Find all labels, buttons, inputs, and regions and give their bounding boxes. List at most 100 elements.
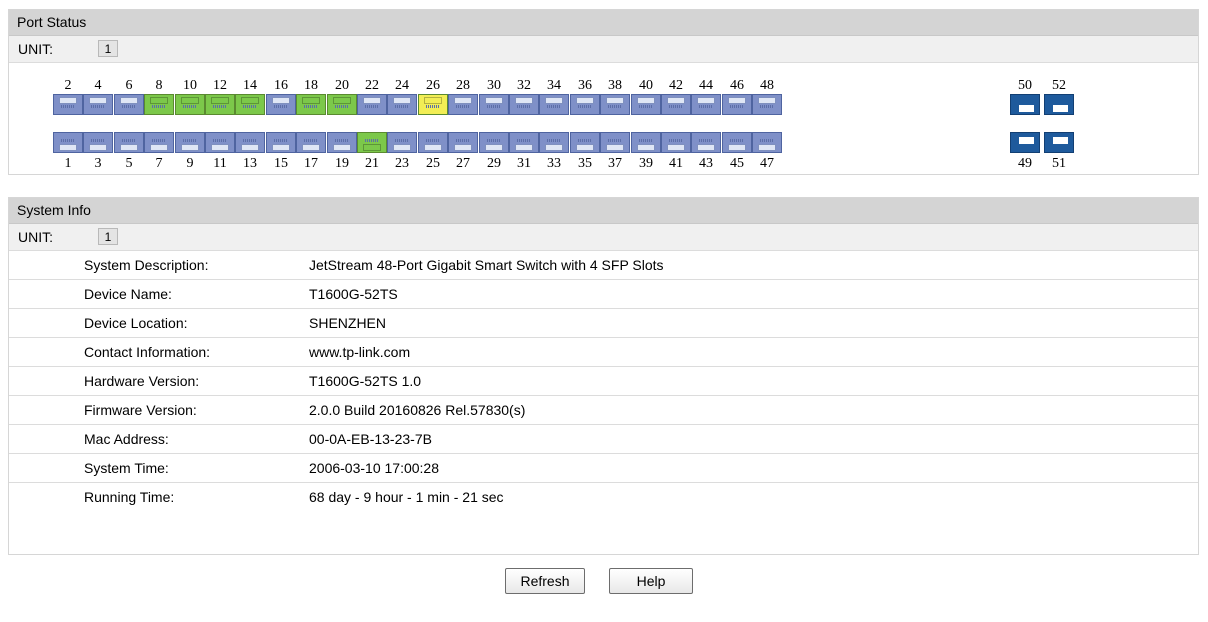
port-pins-icon <box>365 105 379 108</box>
port-jack-icon <box>120 97 138 104</box>
port-jack-icon <box>302 144 320 151</box>
port-13-icon[interactable] <box>235 132 265 153</box>
port-20-icon[interactable] <box>327 94 357 115</box>
port-number-label: 43 <box>699 156 713 171</box>
port-1-icon[interactable] <box>53 132 83 153</box>
port-5-icon[interactable] <box>114 132 144 153</box>
sfp-slot-icon <box>1019 137 1034 144</box>
port-jack-icon <box>363 144 381 151</box>
port-35-icon[interactable] <box>570 132 600 153</box>
port-22-icon[interactable] <box>357 94 387 115</box>
info-label: Hardware Version: <box>84 373 200 389</box>
port-36-icon[interactable] <box>570 94 600 115</box>
port-12-icon[interactable] <box>205 94 235 115</box>
port-pins-icon <box>395 139 409 142</box>
sfp-port-52-icon[interactable] <box>1044 94 1074 115</box>
port-15-icon[interactable] <box>266 132 296 153</box>
port-3-icon[interactable] <box>83 132 113 153</box>
port-number-label: 3 <box>94 156 102 171</box>
sfp-port-50-icon[interactable] <box>1010 94 1040 115</box>
port-14-icon[interactable] <box>235 94 265 115</box>
port-28-icon[interactable] <box>448 94 478 115</box>
port-34-icon[interactable] <box>539 94 569 115</box>
port-number-label: 8 <box>155 78 163 93</box>
port-number-label: 32 <box>517 78 531 93</box>
port-43-icon[interactable] <box>691 132 721 153</box>
port-pins-icon <box>243 139 257 142</box>
port-number-label: 11 <box>213 156 227 171</box>
port-jack-icon <box>728 97 746 104</box>
help-button[interactable]: Help <box>609 568 693 594</box>
port-2-icon[interactable] <box>53 94 83 115</box>
port-26-icon[interactable] <box>418 94 448 115</box>
port-30-icon[interactable] <box>479 94 509 115</box>
port-unit-row: UNIT: 1 <box>9 36 1198 63</box>
port-44-icon[interactable] <box>691 94 721 115</box>
port-32-icon[interactable] <box>509 94 539 115</box>
port-jack-icon <box>59 144 77 151</box>
info-label: Mac Address: <box>84 431 169 447</box>
port-45-icon[interactable] <box>722 132 752 153</box>
port-41-icon[interactable] <box>661 132 691 153</box>
port-23-icon[interactable] <box>387 132 417 153</box>
port-11-icon[interactable] <box>205 132 235 153</box>
port-jack-icon <box>728 144 746 151</box>
port-number-label: 44 <box>699 78 713 93</box>
port-16-icon[interactable] <box>266 94 296 115</box>
port-27-icon[interactable] <box>448 132 478 153</box>
port-jack-icon <box>363 97 381 104</box>
port-17-icon[interactable] <box>296 132 326 153</box>
sfp-port-49-icon[interactable] <box>1010 132 1040 153</box>
port-pins-icon <box>639 139 653 142</box>
info-row-device-name: Device Name: T1600G-52TS <box>9 280 1198 309</box>
port-pins-icon <box>547 139 561 142</box>
port-48-icon[interactable] <box>752 94 782 115</box>
port-24-icon[interactable] <box>387 94 417 115</box>
port-pins-icon <box>213 105 227 108</box>
port-jack-icon <box>211 97 229 104</box>
port-unit-selector[interactable]: 1 <box>98 40 118 57</box>
port-47-icon[interactable] <box>752 132 782 153</box>
port-number-label: 26 <box>426 78 440 93</box>
port-number-label: 19 <box>335 156 349 171</box>
info-row-device-location: Device Location: SHENZHEN <box>9 309 1198 338</box>
port-10-icon[interactable] <box>175 94 205 115</box>
port-46-icon[interactable] <box>722 94 752 115</box>
port-38-icon[interactable] <box>600 94 630 115</box>
port-number-label: 35 <box>578 156 592 171</box>
port-19-icon[interactable] <box>327 132 357 153</box>
port-9-icon[interactable] <box>175 132 205 153</box>
sfp-port-51-icon[interactable] <box>1044 132 1074 153</box>
port-37-icon[interactable] <box>600 132 630 153</box>
system-unit-selector[interactable]: 1 <box>98 228 118 245</box>
port-jack-icon <box>697 97 715 104</box>
port-7-icon[interactable] <box>144 132 174 153</box>
port-8-icon[interactable] <box>144 94 174 115</box>
port-31-icon[interactable] <box>509 132 539 153</box>
port-4-icon[interactable] <box>83 94 113 115</box>
port-number-label: 31 <box>517 156 531 171</box>
port-number-label: 9 <box>186 156 194 171</box>
info-label: Device Location: <box>84 315 188 331</box>
port-39-icon[interactable] <box>631 132 661 153</box>
port-jack-icon <box>637 97 655 104</box>
port-18-icon[interactable] <box>296 94 326 115</box>
port-21-icon[interactable] <box>357 132 387 153</box>
port-29-icon[interactable] <box>479 132 509 153</box>
port-25-icon[interactable] <box>418 132 448 153</box>
port-jack-icon <box>485 144 503 151</box>
sfp-slot-icon <box>1053 137 1068 144</box>
port-jack-icon <box>454 97 472 104</box>
refresh-button[interactable]: Refresh <box>505 568 585 594</box>
sfp-slot-icon <box>1053 105 1068 112</box>
port-42-icon[interactable] <box>661 94 691 115</box>
port-number-label: 48 <box>760 78 774 93</box>
port-grid: 2 4 6 8 10 12 14 16 18 20 22 24 26 28 30 32 34 36 38 40 42 44… <box>9 63 1198 175</box>
port-33-icon[interactable] <box>539 132 569 153</box>
port-jack-icon <box>333 144 351 151</box>
port-jack-icon <box>485 97 503 104</box>
port-number-label: 12 <box>213 78 227 93</box>
port-6-icon[interactable] <box>114 94 144 115</box>
port-number-label: 34 <box>547 78 561 93</box>
port-40-icon[interactable] <box>631 94 661 115</box>
